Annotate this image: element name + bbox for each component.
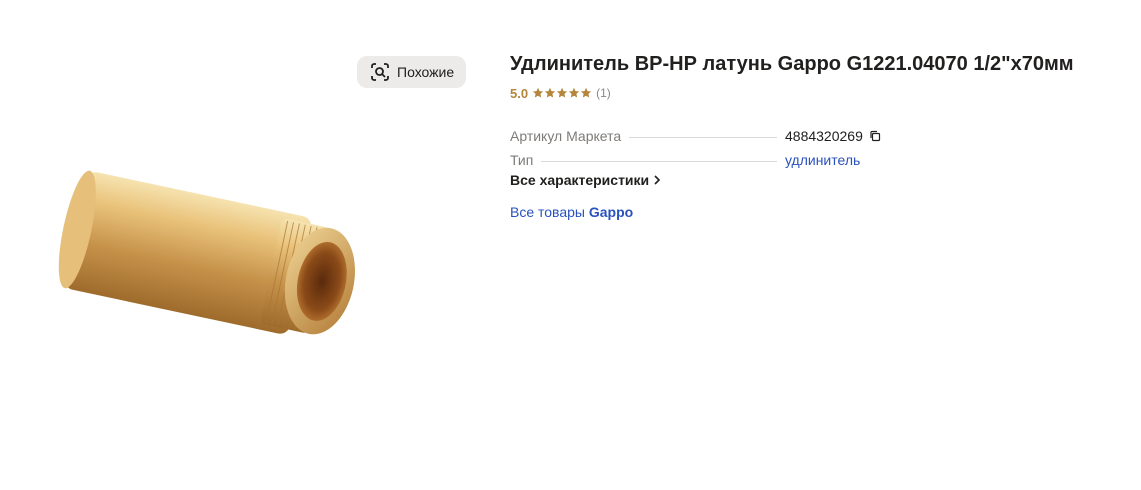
all-goods-prefix: Все товары bbox=[510, 204, 585, 220]
product-info: Удлинитель ВР-НР латунь Gappo G1221.0407… bbox=[510, 50, 1130, 220]
spec-divider bbox=[541, 161, 777, 162]
product-image[interactable] bbox=[0, 90, 480, 450]
spec-value-link[interactable]: удлинитель bbox=[785, 152, 890, 168]
similar-button-label: Похожие bbox=[397, 64, 455, 80]
copy-icon[interactable] bbox=[869, 130, 881, 142]
spec-row-article: Артикул Маркета 4884320269 bbox=[510, 120, 890, 144]
brand-name: Gappo bbox=[588, 204, 634, 220]
scan-similar-icon bbox=[369, 61, 391, 83]
chevron-right-icon bbox=[654, 175, 661, 185]
spec-label: Тип bbox=[510, 152, 534, 168]
article-number: 4884320269 bbox=[785, 128, 863, 144]
spec-value: 4884320269 bbox=[785, 128, 890, 144]
spec-label: Артикул Маркета bbox=[510, 128, 622, 144]
spec-divider bbox=[629, 137, 777, 138]
all-brand-goods-link[interactable]: Все товары Gappo bbox=[510, 204, 1130, 220]
specs-list: Артикул Маркета 4884320269 Тип удлинител… bbox=[510, 120, 890, 168]
star-icon bbox=[544, 87, 556, 98]
all-characteristics-link[interactable]: Все характеристики bbox=[510, 172, 661, 188]
rating[interactable]: 5.0 (1) bbox=[510, 84, 1130, 102]
spec-row-type: Тип удлинитель bbox=[510, 144, 890, 168]
product-title: Удлинитель ВР-НР латунь Gappo G1221.0407… bbox=[510, 53, 1074, 75]
similar-button[interactable]: Похожие bbox=[357, 56, 467, 88]
star-icon bbox=[532, 87, 544, 98]
star-icon bbox=[568, 87, 580, 98]
star-icon bbox=[580, 87, 592, 98]
all-characteristics-label: Все характеристики bbox=[510, 172, 650, 188]
rating-value: 5.0 bbox=[510, 85, 529, 101]
rating-stars bbox=[532, 87, 592, 99]
reviews-count[interactable]: (1) bbox=[596, 86, 611, 100]
star-icon bbox=[556, 87, 568, 98]
